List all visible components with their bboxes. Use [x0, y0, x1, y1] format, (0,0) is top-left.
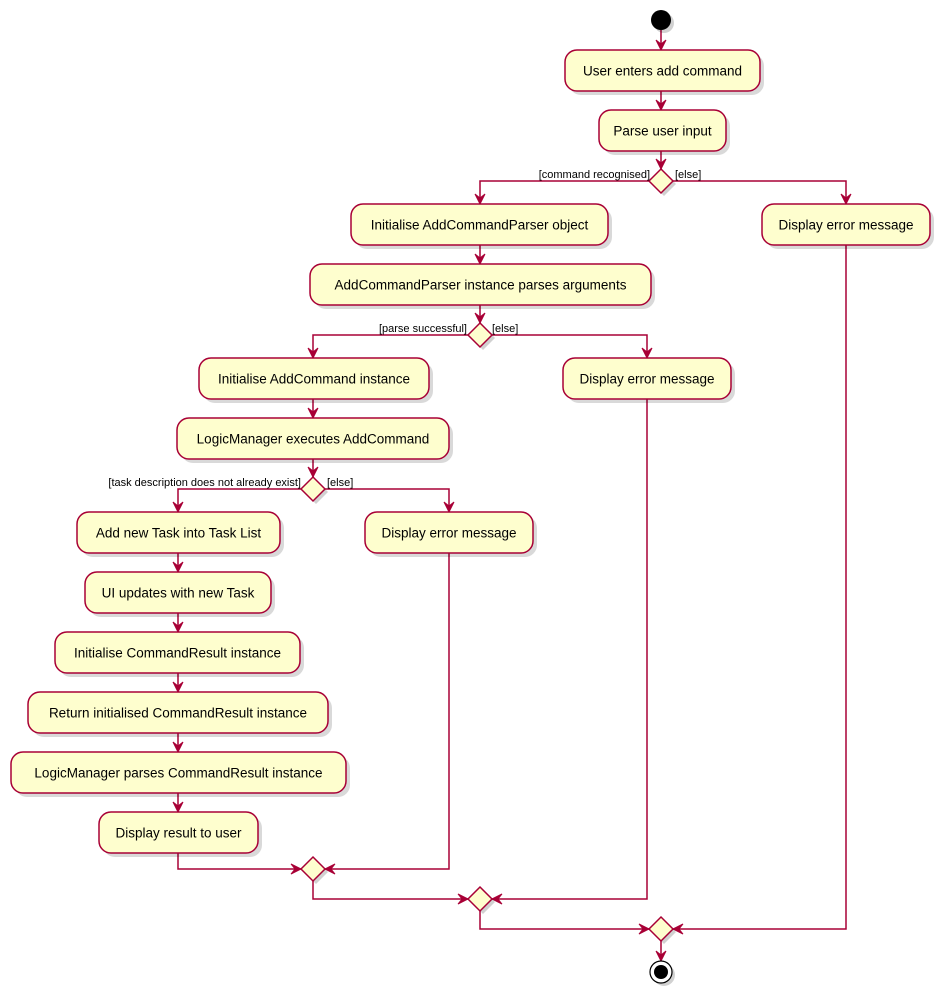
activity-label: Add new Task into Task List [96, 526, 262, 541]
activity-node: Initialise AddCommand instance [198, 357, 433, 403]
activity-node: Display error message [761, 203, 934, 249]
activity-node: UI updates with new Task [84, 571, 275, 617]
start-node [651, 10, 671, 30]
activity-label: Initialise AddCommand instance [218, 372, 410, 387]
flow-edge [325, 488, 450, 512]
guard-label: [else] [675, 169, 701, 181]
guard-label: [else] [327, 477, 353, 489]
activity-label: Parse user input [613, 124, 712, 139]
end-node-inner [654, 965, 668, 979]
activity-node: LogicManager executes AddCommand [176, 417, 453, 463]
guard-label: [command recognised] [539, 169, 650, 181]
activity-node: LogicManager parses CommandResult instan… [10, 751, 350, 797]
flow-edge [673, 245, 847, 930]
activity-node: Display error message [562, 357, 735, 403]
activity-node: Display error message [364, 511, 537, 557]
activity-label: User enters add command [583, 64, 742, 79]
flow-edge [177, 488, 301, 512]
guard-label: [task description does not already exist… [108, 477, 301, 489]
activity-label: Display result to user [115, 826, 242, 841]
activity-node: User enters add command [564, 49, 764, 95]
activity-diagram: User enters add command Parse user input I… [10, 10, 934, 986]
activity-label: Initialise CommandResult instance [74, 646, 281, 661]
activity-label: Initialise AddCommandParser object [371, 218, 589, 233]
flow-edge [325, 553, 450, 870]
activity-node: Parse user input [598, 109, 730, 155]
guard-label: [parse successful] [379, 323, 467, 335]
activity-node: AddCommandParser instance parses argumen… [309, 263, 655, 309]
flow-edge [492, 399, 648, 900]
activity-label: Display error message [381, 526, 516, 541]
activity-label: LogicManager executes AddCommand [197, 432, 430, 447]
flow-edge [479, 180, 649, 204]
activity-label: Display error message [579, 372, 714, 387]
activity-label: AddCommandParser instance parses argumen… [335, 278, 627, 293]
flow-edge [492, 334, 648, 358]
activity-node: Initialise CommandResult instance [54, 631, 304, 677]
flow-edge [312, 881, 468, 900]
activity-node: Display result to user [98, 811, 262, 857]
flow-edge [673, 180, 847, 204]
flow-edge [312, 334, 468, 358]
guard-label: [else] [492, 323, 518, 335]
activity-node: Initialise AddCommandParser object [350, 203, 612, 249]
activity-label: Return initialised CommandResult instanc… [49, 706, 307, 721]
flow-edge [479, 911, 649, 930]
activity-label: Display error message [778, 218, 913, 233]
activity-node: Add new Task into Task List [76, 511, 284, 557]
activity-node: Return initialised CommandResult instanc… [27, 691, 332, 737]
activity-label: LogicManager parses CommandResult instan… [34, 766, 322, 781]
activity-label: UI updates with new Task [102, 586, 255, 601]
